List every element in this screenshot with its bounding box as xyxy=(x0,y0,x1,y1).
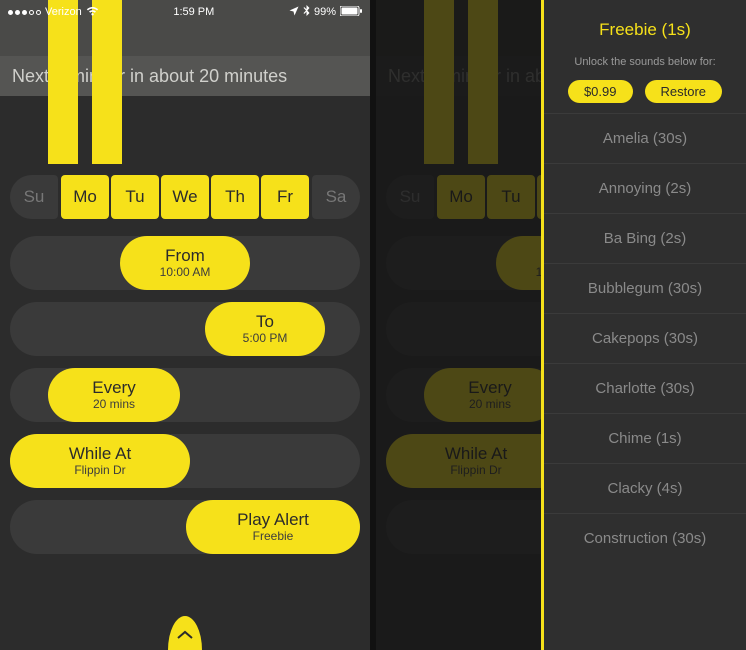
pill-title: To xyxy=(256,313,274,332)
sound-item[interactable]: Charlotte (30s) xyxy=(544,363,746,413)
sounds-list[interactable]: Amelia (30s) Annoying (2s) Ba Bing (2s) … xyxy=(544,113,746,650)
while-row[interactable]: While At Flippin Dr xyxy=(10,434,360,488)
chevron-up-icon xyxy=(177,627,193,643)
from-pill[interactable]: From 10:00 AM xyxy=(120,236,250,290)
pill-title: Play Alert xyxy=(237,511,309,530)
pill-title: From xyxy=(165,247,205,266)
location-icon xyxy=(289,6,299,19)
selected-sound-title: Freebie (1s) xyxy=(544,0,746,50)
to-row[interactable]: To 5:00 PM xyxy=(10,302,360,356)
restore-button[interactable]: Restore xyxy=(645,80,723,103)
status-bar: Verizon 1:59 PM 99% xyxy=(0,2,370,22)
play-alert-pill[interactable]: Play Alert Freebie xyxy=(186,500,360,554)
pill-sub: Freebie xyxy=(253,530,294,543)
battery-percent: 99% xyxy=(314,6,336,18)
phone-screen-sounds: Next reminder in about 20 minutes Su Mo … xyxy=(376,0,746,650)
logo-bars xyxy=(424,0,498,164)
pill-sub: 5:00 PM xyxy=(243,332,288,345)
sound-item[interactable]: Amelia (30s) xyxy=(544,113,746,163)
logo-bars xyxy=(48,0,122,164)
sounds-panel: Freebie (1s) Unlock the sounds below for… xyxy=(541,0,746,650)
wifi-icon xyxy=(86,6,99,19)
day-mo[interactable]: Mo xyxy=(61,175,109,219)
pill-title: While At xyxy=(69,445,131,464)
day-mo[interactable]: Mo xyxy=(437,175,485,219)
status-time: 1:59 PM xyxy=(173,6,214,18)
to-pill[interactable]: To 5:00 PM xyxy=(205,302,325,356)
unlock-subtitle: Unlock the sounds below for: xyxy=(544,56,746,68)
sound-item[interactable]: Bubblegum (30s) xyxy=(544,263,746,313)
battery-icon xyxy=(340,6,362,19)
while-pill[interactable]: While At Flippin Dr xyxy=(10,434,190,488)
every-pill[interactable]: Every 20 mins xyxy=(48,368,180,422)
day-tu[interactable]: Tu xyxy=(111,175,159,219)
day-we[interactable]: We xyxy=(161,175,209,219)
every-row[interactable]: Every 20 mins xyxy=(10,368,360,422)
sound-item[interactable]: Annoying (2s) xyxy=(544,163,746,213)
day-selector[interactable]: Su Mo Tu We Th Fr Sa xyxy=(10,172,360,222)
sound-item[interactable]: Ba Bing (2s) xyxy=(544,213,746,263)
sound-item[interactable]: Clacky (4s) xyxy=(544,463,746,513)
buy-button[interactable]: $0.99 xyxy=(568,80,633,103)
pill-sub: 20 mins xyxy=(93,398,135,411)
carrier-label: Verizon xyxy=(45,6,82,18)
day-th[interactable]: Th xyxy=(211,175,259,219)
sound-item[interactable]: Chime (1s) xyxy=(544,413,746,463)
from-row[interactable]: From 10:00 AM xyxy=(10,236,360,290)
sound-item[interactable]: Construction (30s) xyxy=(544,513,746,563)
day-su[interactable]: Su xyxy=(10,175,58,219)
pill-sub: 10:00 AM xyxy=(160,266,211,279)
sound-item[interactable]: Cakepops (30s) xyxy=(544,313,746,363)
day-tu[interactable]: Tu xyxy=(487,175,535,219)
play-alert-row[interactable]: Play Alert Freebie xyxy=(10,500,360,554)
pill-title: Every xyxy=(92,379,135,398)
phone-screen-main: Verizon 1:59 PM 99% Next reminder in abo… xyxy=(0,0,370,650)
day-sa[interactable]: Sa xyxy=(312,175,360,219)
signal-icon xyxy=(8,10,41,15)
day-su[interactable]: Su xyxy=(386,175,434,219)
bluetooth-icon xyxy=(303,5,310,19)
pill-sub: Flippin Dr xyxy=(74,464,125,477)
expand-up-button[interactable] xyxy=(168,616,202,650)
day-fr[interactable]: Fr xyxy=(261,175,309,219)
